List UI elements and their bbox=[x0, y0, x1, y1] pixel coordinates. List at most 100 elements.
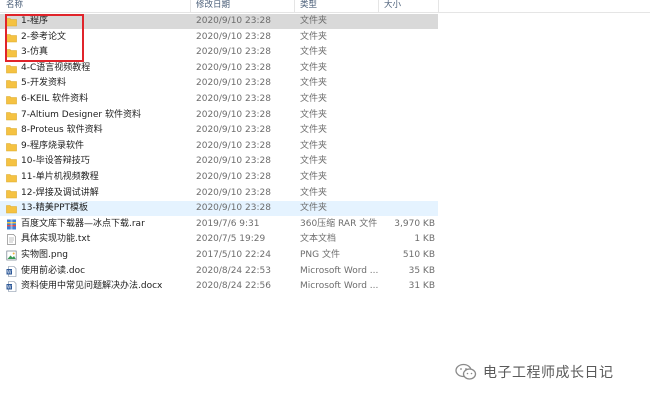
file-modified-date: 2020/8/24 22:53 bbox=[196, 265, 271, 276]
file-name: 11-单片机视频教程 bbox=[21, 172, 99, 182]
file-modified-date: 2020/9/10 23:28 bbox=[196, 47, 271, 58]
folder-icon bbox=[6, 141, 17, 152]
file-size bbox=[365, 186, 435, 201]
file-name: 6-KEIL 软件资料 bbox=[21, 94, 89, 104]
file-type: 文件夹 bbox=[300, 47, 328, 58]
file-type: 文件夹 bbox=[300, 125, 328, 136]
file-modified-date: 2020/9/10 23:28 bbox=[196, 109, 271, 120]
file-list-row[interactable]: 10-毕设答辩技巧 2020/9/10 23:28 文件夹 bbox=[0, 154, 650, 169]
column-header-size[interactable]: 大小 bbox=[384, 0, 401, 12]
folder-icon bbox=[6, 188, 17, 199]
file-modified-date: 2020/9/10 23:28 bbox=[196, 31, 271, 42]
file-modified-date: 2020/9/10 23:28 bbox=[196, 156, 271, 167]
file-list-row[interactable]: 7-Altium Designer 软件资料 2020/9/10 23:28 文件夹 bbox=[0, 108, 650, 123]
file-modified-date: 2020/9/10 23:28 bbox=[196, 16, 271, 26]
watermark-text: 电子工程师成长日记 bbox=[483, 365, 614, 381]
file-list-row[interactable]: 5-开发资料 2020/9/10 23:28 文件夹 bbox=[0, 76, 650, 91]
folder-icon bbox=[6, 125, 17, 136]
file-name: 5-开发资料 bbox=[21, 78, 66, 89]
file-name: 具体实现功能.txt bbox=[21, 234, 91, 245]
file-size bbox=[365, 14, 435, 29]
file-name: 7-Altium Designer 软件资料 bbox=[21, 109, 141, 120]
file-list-row[interactable]: 4-C语言视频教程 2020/9/10 23:28 文件夹 bbox=[0, 61, 650, 76]
file-list-row[interactable]: 9-程序烧录软件 2020/9/10 23:28 文件夹 bbox=[0, 139, 650, 154]
column-divider[interactable] bbox=[378, 0, 379, 12]
file-type: 文件夹 bbox=[300, 94, 328, 104]
file-list-row[interactable]: 3-仿真 2020/9/10 23:28 文件夹 bbox=[0, 45, 650, 60]
file-modified-date: 2017/5/10 22:24 bbox=[196, 250, 271, 260]
folder-icon bbox=[6, 63, 17, 74]
file-modified-date: 2020/8/24 22:56 bbox=[196, 281, 271, 292]
file-modified-date: 2020/7/5 19:29 bbox=[196, 234, 266, 245]
file-size bbox=[365, 61, 435, 76]
file-size: 510 KB bbox=[402, 250, 435, 260]
word-file-icon: W bbox=[6, 281, 17, 292]
file-modified-date: 2020/9/10 23:28 bbox=[196, 203, 271, 214]
file-size: 3,970 KB bbox=[394, 218, 435, 229]
file-name: 4-C语言视频教程 bbox=[21, 62, 91, 73]
folder-icon bbox=[6, 156, 17, 167]
file-name: 10-毕设答辩技巧 bbox=[21, 156, 90, 167]
file-size bbox=[365, 30, 435, 45]
folder-icon bbox=[6, 110, 17, 121]
red-highlight-box bbox=[5, 14, 84, 62]
file-name: 资料使用中常见问题解决办法.docx bbox=[21, 281, 163, 292]
file-name: 8-Proteus 软件资料 bbox=[21, 125, 103, 136]
file-modified-date: 2020/9/10 23:28 bbox=[196, 125, 271, 136]
file-modified-date: 2020/9/10 23:28 bbox=[196, 78, 271, 89]
folder-icon bbox=[6, 94, 17, 105]
file-modified-date: 2020/9/10 23:28 bbox=[196, 187, 271, 198]
rar-file-icon bbox=[6, 219, 17, 230]
file-size bbox=[365, 139, 435, 154]
file-type: 文件夹 bbox=[300, 140, 328, 151]
file-name: 13-精美PPT模板 bbox=[21, 203, 89, 214]
file-size bbox=[365, 170, 435, 185]
file-name: 9-程序烧录软件 bbox=[21, 140, 84, 151]
file-type: 文件夹 bbox=[300, 172, 328, 182]
file-name: 使用前必读.doc bbox=[21, 265, 86, 276]
file-size: 35 KB bbox=[408, 265, 435, 276]
column-divider[interactable] bbox=[438, 0, 439, 12]
word-file-icon: W bbox=[6, 265, 17, 277]
file-list-row[interactable]: 12-焊接及调试讲解 2020/9/10 23:28 文件夹 bbox=[0, 186, 650, 201]
file-type: 文件夹 bbox=[300, 187, 328, 198]
watermark: 电子工程师成长日记 bbox=[455, 362, 614, 382]
file-size bbox=[365, 201, 435, 216]
file-modified-date: 2020/9/10 23:28 bbox=[196, 62, 271, 73]
file-name: 实物图.png bbox=[21, 250, 68, 260]
file-list-row[interactable]: 实物图.png 2017/5/10 22:24 PNG 文件 510 KB bbox=[0, 248, 650, 263]
file-type: PNG 文件 bbox=[300, 250, 340, 260]
file-type: 文本文档 bbox=[300, 234, 337, 245]
file-list-row[interactable]: W 使用前必读.doc 2020/8/24 22:53 Microsoft Word … bbox=[0, 264, 650, 279]
file-size bbox=[365, 123, 435, 138]
file-modified-date: 2020/9/10 23:28 bbox=[196, 94, 271, 104]
file-list-row[interactable]: 8-Proteus 软件资料 2020/9/10 23:28 文件夹 bbox=[0, 123, 650, 138]
folder-icon bbox=[6, 78, 17, 89]
file-size bbox=[365, 108, 435, 123]
file-list-row[interactable]: 11-单片机视频教程 2020/9/10 23:28 文件夹 bbox=[0, 170, 650, 185]
file-size: 1 KB bbox=[414, 234, 435, 245]
file-list-row[interactable]: 具体实现功能.txt 2020/7/5 19:29 文本文档 1 KB bbox=[0, 232, 650, 247]
wechat-icon bbox=[455, 363, 477, 380]
file-list-row[interactable]: 百度文库下载器—冰点下载.rar 2019/7/6 9:31 360压缩 RAR 文… bbox=[0, 217, 650, 232]
file-type: 文件夹 bbox=[300, 78, 328, 89]
folder-icon bbox=[6, 203, 17, 214]
column-header-modified[interactable]: 修改日期 bbox=[196, 0, 230, 12]
file-type: 文件夹 bbox=[300, 156, 328, 167]
file-size bbox=[365, 45, 435, 60]
column-divider[interactable] bbox=[190, 0, 191, 12]
file-modified-date: 2020/9/10 23:28 bbox=[196, 172, 271, 182]
file-size: 31 KB bbox=[408, 281, 435, 292]
file-list-row[interactable]: 6-KEIL 软件资料 2020/9/10 23:28 文件夹 bbox=[0, 92, 650, 107]
file-modified-date: 2020/9/10 23:28 bbox=[196, 140, 271, 151]
folder-icon bbox=[6, 172, 17, 183]
file-list-row[interactable]: 2-参考论文 2020/9/10 23:28 文件夹 bbox=[0, 30, 650, 45]
file-size bbox=[365, 76, 435, 91]
file-list-row[interactable]: 13-精美PPT模板 2020/9/10 23:28 文件夹 bbox=[0, 201, 438, 217]
column-divider[interactable] bbox=[294, 0, 295, 12]
column-header-type[interactable]: 类型 bbox=[300, 0, 317, 12]
file-size bbox=[365, 92, 435, 107]
file-list-row[interactable]: W 资料使用中常见问题解决办法.docx 2020/8/24 22:56 Micros… bbox=[0, 279, 650, 294]
column-header-name[interactable]: 名称 bbox=[6, 0, 23, 12]
svg-text:W: W bbox=[7, 269, 12, 275]
